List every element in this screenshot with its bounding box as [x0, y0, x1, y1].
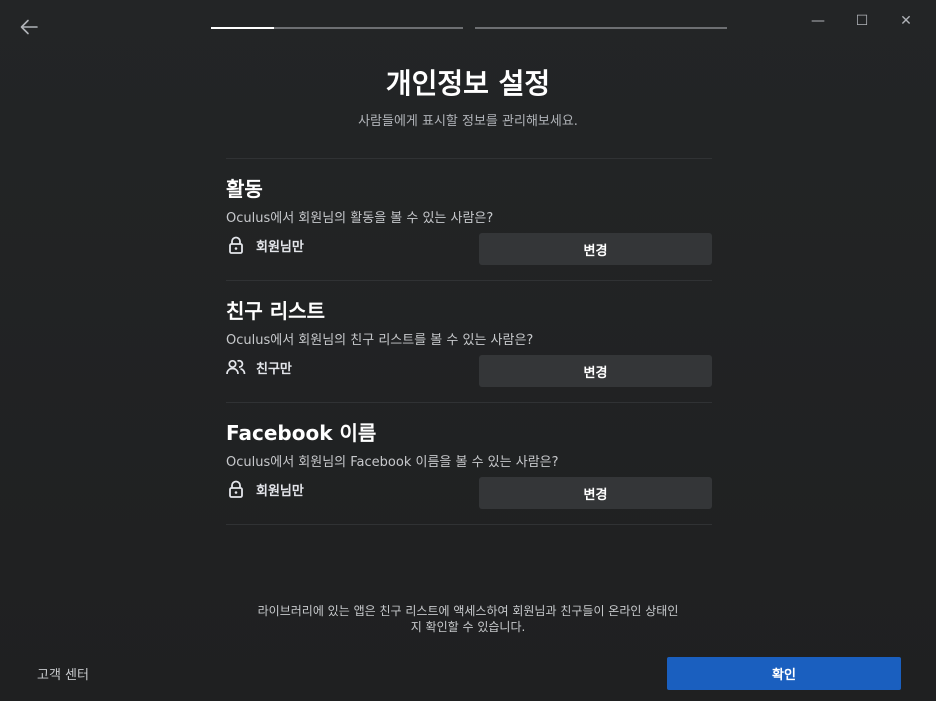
maximize-button[interactable]: ☐	[840, 8, 884, 34]
section-current-value: 회원님만	[226, 479, 304, 499]
confirm-button[interactable]: 확인	[667, 657, 901, 690]
section-title: 활동	[226, 177, 263, 201]
section-current-value: 회원님만	[226, 235, 304, 255]
minimize-icon: —	[811, 13, 825, 29]
footer-note-line-1: 라이브러리에 있는 앱은 친구 리스트에 액세스하여 회원님과 친구들이 온라인…	[257, 604, 679, 618]
change-friends-list-button[interactable]: 변경	[479, 355, 712, 387]
change-facebook-name-button[interactable]: 변경	[479, 477, 712, 509]
privacy-settings-window: — ☐ ✕ 개인정보 설정 사람들에게 표시할 정보를 관리해보세요. 활동 O…	[0, 0, 936, 701]
section-friends-list: 친구 리스트 Oculus에서 회원님의 친구 리스트를 볼 수 있는 사람은?…	[226, 280, 712, 402]
page-subtitle: 사람들에게 표시할 정보를 관리해보세요.	[358, 114, 578, 129]
lock-icon	[226, 235, 246, 255]
section-value-label: 회원님만	[256, 239, 304, 255]
page-title: 개인정보 설정	[385, 67, 551, 100]
change-activity-button[interactable]: 변경	[479, 233, 712, 265]
maximize-icon: ☐	[855, 13, 869, 29]
progress-step-1-fill	[211, 27, 274, 29]
section-value-label: 회원님만	[256, 483, 304, 499]
arrow-left-icon	[20, 19, 38, 35]
footer-note-line-2: 지 확인할 수 있습니다.	[410, 620, 526, 634]
section-question: Oculus에서 회원님의 친구 리스트를 볼 수 있는 사람은?	[226, 333, 534, 348]
section-facebook-name: Facebook 이름 Oculus에서 회원님의 Facebook 이름을 볼…	[226, 402, 712, 525]
friends-icon	[226, 357, 246, 377]
progress-step-2	[475, 27, 727, 29]
privacy-sections: 활동 Oculus에서 회원님의 활동을 볼 수 있는 사람은? 회원님만 변경…	[226, 158, 712, 525]
section-question: Oculus에서 회원님의 Facebook 이름을 볼 수 있는 사람은?	[226, 455, 559, 470]
help-center-link[interactable]: 고객 센터	[37, 664, 89, 683]
section-value-label: 친구만	[256, 361, 292, 377]
footer-note: 라이브러리에 있는 앱은 친구 리스트에 액세스하여 회원님과 친구들이 온라인…	[218, 603, 718, 635]
lock-icon	[226, 479, 246, 499]
section-title: 친구 리스트	[226, 299, 325, 323]
window-controls: — ☐ ✕	[796, 8, 928, 34]
section-question: Oculus에서 회원님의 활동을 볼 수 있는 사람은?	[226, 211, 494, 226]
section-activity: 활동 Oculus에서 회원님의 활동을 볼 수 있는 사람은? 회원님만 변경	[226, 158, 712, 280]
progress-step-1	[211, 27, 463, 29]
step-progress	[211, 27, 727, 29]
minimize-button[interactable]: —	[796, 8, 840, 34]
section-current-value: 친구만	[226, 357, 292, 377]
section-title: Facebook 이름	[226, 421, 377, 445]
back-button[interactable]	[16, 14, 42, 40]
close-button[interactable]: ✕	[884, 8, 928, 34]
close-icon: ✕	[900, 13, 912, 29]
